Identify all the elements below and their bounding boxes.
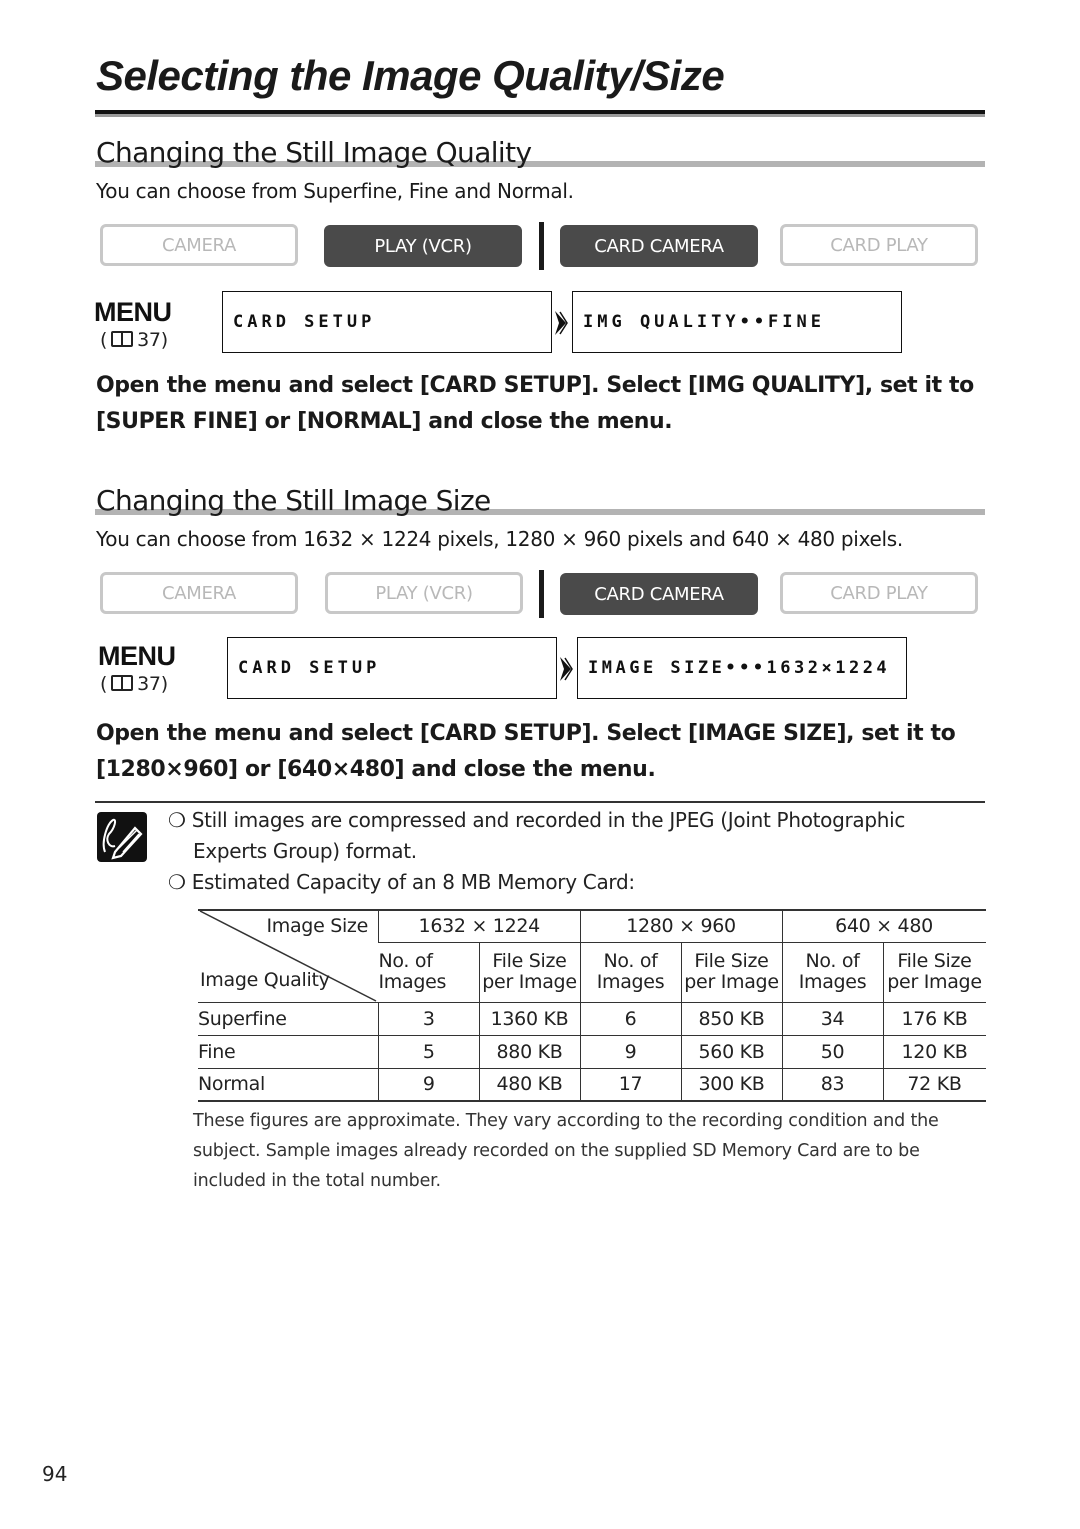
mode-label: CAMERA	[161, 234, 237, 256]
mode-card-play: CARD PLAY	[780, 572, 978, 614]
arrow-right-icon	[555, 311, 568, 335]
capacity-table: Image Size Image Quality 1632 × 1224 128…	[198, 909, 986, 1102]
table-corner-cell: Image Size Image Quality	[198, 910, 379, 1003]
file-size-cell: 480 KB	[478, 1068, 580, 1101]
page-number: 94	[42, 1462, 68, 1486]
mode-camera: CAMERA	[100, 572, 298, 614]
note-bullet-2: ❍ Estimated Capacity of an 8 MB Memory C…	[168, 870, 635, 894]
mode-card-camera: CARD CAMERA	[560, 225, 758, 267]
subheader-file: File Size per Image	[680, 942, 782, 1002]
mode-card-play: CARD PLAY	[780, 224, 978, 266]
menu-logo: MENU	[94, 297, 172, 327]
mode-label: CARD CAMERA	[594, 235, 724, 257]
file-size-cell: 72 KB	[882, 1068, 986, 1101]
file-size-cell: 176 KB	[882, 1002, 986, 1035]
bullet-icon: ❍	[168, 870, 186, 894]
mode-label: CARD PLAY	[830, 582, 928, 604]
table-footnote: These figures are approximate. They vary…	[193, 1111, 939, 1191]
notes-divider	[95, 801, 985, 803]
mode-play-vcr: PLAY (VCR)	[325, 572, 523, 614]
menu-ref-number: 37	[137, 673, 161, 695]
mode-label: CAMERA	[161, 582, 237, 604]
image-count-cell: 6	[579, 1002, 681, 1035]
book-icon	[111, 331, 134, 347]
pencil-note-icon	[97, 812, 147, 862]
section-heading-size: Changing the Still Image Size	[96, 484, 491, 517]
lcd-setting-img-quality: IMG QUALITY••FINE	[572, 291, 902, 353]
section-heading-quality: Changing the Still Image Quality	[96, 136, 532, 169]
menu-ref-number: 37	[137, 329, 161, 351]
section-intro-size: You can choose from 1632 × 1224 pixels, …	[96, 527, 903, 551]
image-count-cell: 9	[378, 1068, 479, 1101]
table-header-row: Image Size Image Quality 1632 × 1224 128…	[198, 910, 986, 1003]
mode-label: PLAY (VCR)	[374, 235, 472, 257]
file-size-cell: 850 KB	[680, 1002, 782, 1035]
file-size-cell: 1360 KB	[478, 1002, 580, 1035]
mode-label: CARD CAMERA	[594, 583, 724, 605]
file-size-cell: 120 KB	[882, 1035, 986, 1068]
image-count-cell: 17	[579, 1068, 681, 1101]
instruction-size: Open the menu and select [CARD SETUP]. S…	[96, 721, 956, 782]
note-text: Still images are compressed and recorded…	[191, 808, 906, 832]
mode-divider	[539, 222, 544, 270]
arrow-right-icon	[560, 657, 573, 681]
quality-cell: Superfine	[198, 1007, 287, 1030]
table-row: Fine 5 880 KB 9 560 KB 50 120 KB	[198, 1035, 986, 1068]
title-rule-shadow	[95, 114, 985, 117]
subheader-count: No. of Images	[378, 950, 447, 993]
menu-logo: MENU	[98, 641, 176, 671]
file-size-cell: 300 KB	[680, 1068, 782, 1101]
image-count-cell: 34	[781, 1002, 883, 1035]
corner-label-size: Image Size	[266, 915, 368, 937]
size-header: 1632 × 1224	[378, 910, 580, 943]
note-bullet-1-cont: Experts Group) format.	[193, 839, 417, 863]
subheader-file: File Size per Image	[882, 942, 986, 1002]
table-row: Superfine 3 1360 KB 6 850 KB 34 176 KB	[198, 1002, 986, 1035]
size-header: 1280 × 960	[579, 910, 782, 943]
mode-play-vcr: PLAY (VCR)	[324, 225, 522, 267]
quality-cell: Fine	[198, 1040, 236, 1063]
mode-camera: CAMERA	[100, 224, 298, 266]
file-size-cell: 560 KB	[680, 1035, 782, 1068]
mode-label: PLAY (VCR)	[375, 582, 473, 604]
mode-card-camera: CARD CAMERA	[560, 573, 758, 615]
subheader-count: No. of Images	[579, 942, 681, 1002]
subheader-count: No. of Images	[781, 942, 883, 1002]
table-row: Normal 9 480 KB 17 300 KB 83 72 KB	[198, 1068, 986, 1101]
section-intro-quality: You can choose from Superfine, Fine and …	[96, 179, 574, 203]
menu-page-ref: (37)	[100, 673, 168, 695]
book-icon	[111, 675, 134, 691]
note-text: Estimated Capacity of an 8 MB Memory Car…	[191, 870, 635, 894]
page-title: Selecting the Image Quality/Size	[96, 52, 725, 99]
subheader-file: File Size per Image	[478, 942, 580, 1002]
image-count-cell: 3	[378, 1002, 479, 1035]
menu-page-ref: (37)	[100, 329, 168, 351]
quality-cell: Normal	[198, 1073, 265, 1096]
bullet-icon: ❍	[168, 808, 186, 832]
mode-label: CARD PLAY	[830, 234, 928, 256]
image-count-cell: 50	[781, 1035, 883, 1068]
size-header: 640 × 480	[781, 910, 986, 943]
note-bullet-1: ❍ Still images are compressed and record…	[168, 808, 905, 832]
file-size-cell: 880 KB	[478, 1035, 580, 1068]
mode-divider	[539, 570, 544, 618]
instruction-quality: Open the menu and select [CARD SETUP]. S…	[96, 373, 974, 434]
lcd-menu-card-setup: CARD SETUP	[222, 291, 552, 353]
image-count-cell: 5	[378, 1035, 479, 1068]
image-count-cell: 9	[579, 1035, 681, 1068]
image-count-cell: 83	[781, 1068, 883, 1101]
lcd-menu-card-setup: CARD SETUP	[227, 637, 557, 699]
lcd-setting-image-size: IMAGE SIZE•••1632×1224	[577, 637, 907, 699]
corner-label-quality: Image Quality	[200, 969, 330, 991]
